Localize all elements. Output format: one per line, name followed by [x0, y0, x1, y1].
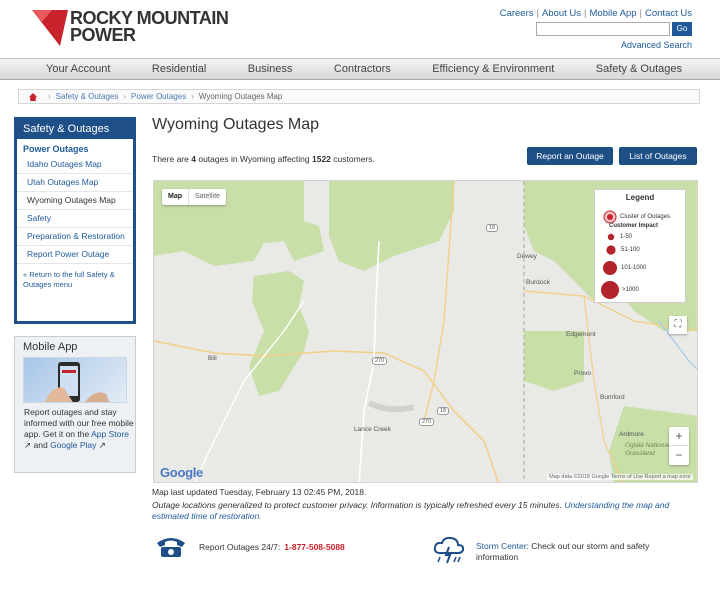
sidebar-item-wyoming[interactable]: Wyoming Outages Map	[17, 192, 133, 210]
list-of-outages-button[interactable]: List of Outages	[619, 147, 697, 165]
place-label: Burdock	[526, 279, 550, 286]
place-label: Provo	[574, 370, 591, 377]
map-type-satellite[interactable]: Satellite	[188, 189, 226, 205]
search-box: Go	[536, 22, 692, 36]
legend-impact-row: 1-50	[606, 232, 632, 242]
sidebar-back-link[interactable]: « Return to the full Safety & Outages me…	[17, 264, 133, 290]
legend-impact-row: 51-100	[605, 244, 640, 256]
breadcrumb-safety-outages[interactable]: Safety & Outages	[56, 90, 119, 103]
map-type-control: Map Satellite	[162, 189, 226, 205]
nav-your-account[interactable]: Your Account	[46, 59, 110, 79]
legend-cluster-row: Cluster of Outages	[603, 210, 670, 224]
sidebar-title[interactable]: Safety & Outages	[17, 120, 133, 139]
place-label: Ardmore	[619, 431, 644, 438]
privacy-note: Outage locations generalized to protect …	[152, 500, 670, 521]
mobile-app-text: Report outages and stay informed with ou…	[24, 407, 134, 450]
sidebar-item-safety[interactable]: Safety	[17, 210, 133, 228]
legend-impact-row: >1000	[600, 280, 639, 300]
report-outage-button[interactable]: Report an Outage	[527, 147, 613, 165]
sidebar-menu: Safety & Outages Power Outages Idaho Out…	[14, 117, 136, 324]
breadcrumb-power-outages[interactable]: Power Outages	[131, 90, 186, 103]
search-input[interactable]	[536, 22, 670, 36]
road-shield: 270	[419, 418, 435, 426]
nav-residential[interactable]: Residential	[152, 59, 206, 79]
nav-contractors[interactable]: Contractors	[334, 59, 391, 79]
map-updated-text: Map last updated Tuesday, February 13 02…	[152, 487, 367, 497]
legend-title: Legend	[625, 193, 655, 202]
logo-text: ROCKY MOUNTAIN POWER	[70, 8, 229, 45]
place-label: Lance Creek	[354, 426, 391, 433]
storm-cloud-icon	[433, 536, 465, 564]
breadcrumb: › Safety & Outages › Power Outages › Wyo…	[18, 89, 700, 104]
sidebar-subtitle[interactable]: Power Outages	[17, 139, 133, 156]
road-shield: 18	[437, 407, 450, 415]
legend-impact-title: Customer Impact	[609, 223, 659, 229]
advanced-search-link[interactable]: Advanced Search	[621, 40, 692, 50]
zoom-in-button[interactable]: +	[669, 427, 689, 446]
sidebar-item-preparation[interactable]: Preparation & Restoration	[17, 228, 133, 246]
impact-dot-icon	[601, 281, 619, 299]
breadcrumb-current: Wyoming Outages Map	[198, 92, 283, 101]
cluster-icon	[603, 210, 617, 224]
map-type-map[interactable]: Map	[162, 189, 188, 205]
report-outages-info: Report Outages 24/7: 1-877-508-5088	[155, 535, 345, 559]
google-play-link[interactable]: Google Play	[50, 440, 96, 450]
careers-link[interactable]: Careers	[500, 8, 534, 19]
zoom-out-button[interactable]: −	[669, 446, 689, 465]
zoom-control: + −	[669, 427, 689, 465]
mobile-app-link[interactable]: Mobile App	[590, 8, 637, 19]
mobile-app-image	[23, 357, 127, 403]
nav-business[interactable]: Business	[248, 59, 293, 79]
phone-hand-icon	[44, 362, 110, 402]
customer-count: 1522	[312, 154, 331, 164]
outage-summary: There are 4 outages in Wyoming affecting…	[152, 154, 375, 164]
impact-dot-icon	[607, 233, 615, 241]
main-nav: Your Account Residential Business Contra…	[0, 58, 720, 80]
storm-center-info: Storm Center: Check out our storm and sa…	[432, 535, 691, 567]
place-label: Dewey	[517, 253, 537, 260]
home-icon[interactable]	[29, 92, 37, 101]
place-label: Bumford	[600, 394, 625, 401]
about-us-link[interactable]: About Us	[542, 8, 581, 19]
place-label: Bill	[208, 355, 217, 362]
sidebar-item-idaho[interactable]: Idaho Outages Map	[17, 156, 133, 174]
site-header: ROCKY MOUNTAIN POWER Careers | About Us | Mo…	[0, 0, 720, 58]
map-legend: Legend Cluster of Outages Customer Impac…	[594, 189, 686, 303]
search-go-button[interactable]: Go	[672, 22, 692, 36]
fullscreen-icon[interactable]: ⛶	[669, 316, 687, 334]
external-link-icon: ↗	[98, 440, 106, 450]
place-label: Edgemont	[566, 331, 596, 338]
app-store-link[interactable]: App Store	[91, 429, 129, 439]
road-shield: 18	[486, 224, 499, 232]
telephone-icon	[157, 538, 185, 557]
google-logo[interactable]: Google	[160, 465, 203, 480]
report-phone-number[interactable]: 1-877-508-5088	[284, 542, 345, 552]
nav-efficiency-environment[interactable]: Efficiency & Environment	[432, 59, 554, 79]
outage-map[interactable]: Map Satellite Dewey Burdock Edgemont Pro…	[153, 180, 698, 483]
nav-safety-outages[interactable]: Safety & Outages	[596, 59, 682, 79]
forest-area	[524, 331, 584, 391]
mobile-app-title: Mobile App	[23, 341, 78, 353]
outage-count: 4	[191, 154, 196, 164]
map-attribution[interactable]: Map data ©2018 Google Terms of Use Repor…	[547, 474, 693, 480]
logo-mark-icon	[32, 10, 68, 46]
utility-links: Careers | About Us | Mobile App | Contact Us	[499, 8, 692, 19]
contact-us-link[interactable]: Contact Us	[645, 8, 692, 19]
sidebar-item-utah[interactable]: Utah Outages Map	[17, 174, 133, 192]
sidebar-item-report-outage[interactable]: Report Power Outage	[17, 246, 133, 264]
rocky-mountain-power-logo[interactable]: ROCKY MOUNTAIN POWER	[32, 8, 242, 50]
impact-dot-icon	[606, 245, 616, 255]
page-title: Wyoming Outages Map	[152, 116, 320, 133]
mobile-app-panel: Mobile App Report outages and stay infor…	[14, 336, 136, 473]
external-link-icon: ↗	[24, 440, 32, 450]
impact-dot-icon	[603, 261, 617, 275]
storm-center-link[interactable]: Storm Center:	[476, 541, 529, 551]
road-shield: 270	[372, 357, 388, 365]
legend-impact-row: 101-1000	[602, 260, 646, 276]
